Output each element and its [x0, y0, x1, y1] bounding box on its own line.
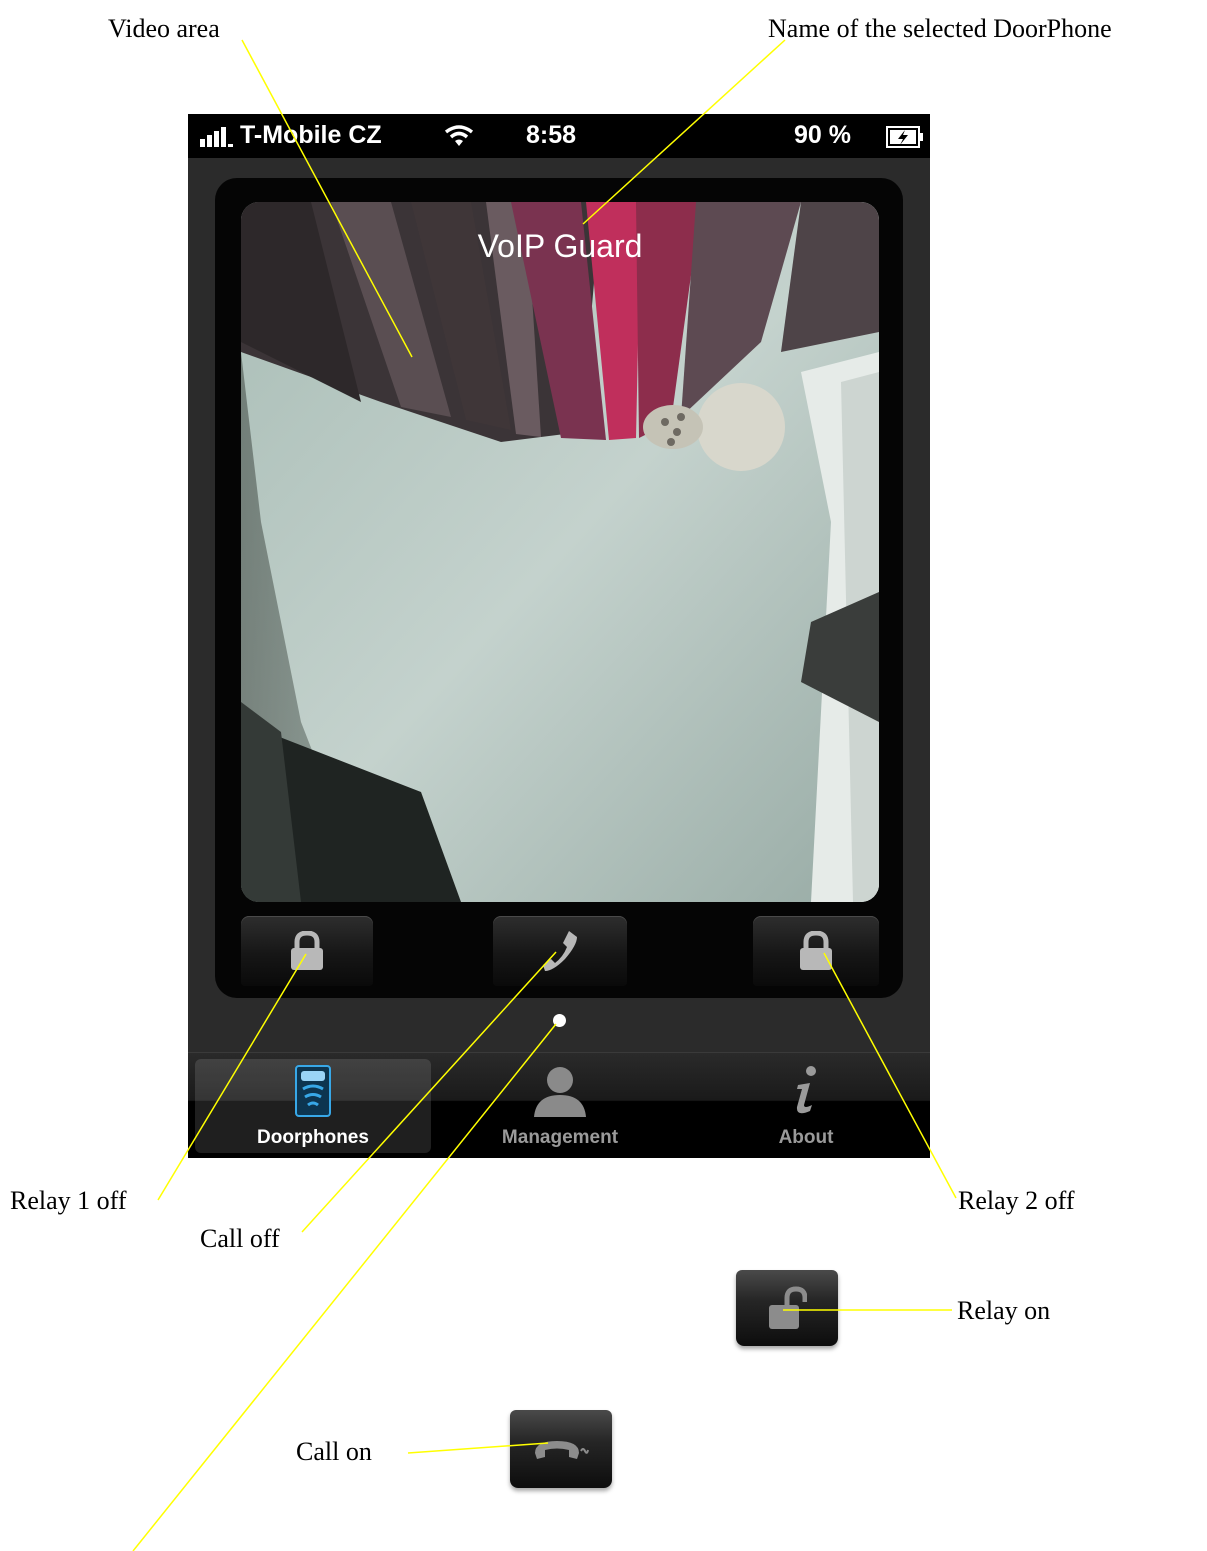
call-button[interactable] — [493, 916, 627, 986]
tab-doorphones[interactable]: Doorphones — [195, 1059, 431, 1153]
phone-handset-icon — [543, 931, 577, 971]
page-indicator-dot[interactable] — [553, 1014, 566, 1027]
callout-relay1-off: Relay 1 off — [10, 1186, 127, 1215]
callout-call-off: Call off — [200, 1224, 280, 1253]
battery-percentage: 90 % — [794, 121, 851, 149]
info-icon — [796, 1066, 816, 1114]
video-area[interactable]: VoIP Guard — [241, 202, 879, 902]
callout-relay2-off: Relay 2 off — [958, 1186, 1075, 1215]
carrier-name: T-Mobile CZ — [240, 121, 382, 149]
tab-bar: Doorphones Management About — [188, 1052, 930, 1158]
callout-doorphone-name: Name of the selected DoorPhone — [768, 14, 1112, 43]
doorphone-panel: VoIP Guard — [215, 178, 903, 998]
relay1-button[interactable] — [241, 916, 373, 986]
tab-about[interactable]: About — [688, 1059, 924, 1153]
status-bar: T-Mobile CZ 8:58 90 % — [188, 114, 930, 158]
phone-screen: T-Mobile CZ 8:58 90 % VoIP Guard Doorpho… — [188, 114, 930, 1158]
callout-video-area: Video area — [108, 14, 220, 43]
video-frame-image — [241, 202, 879, 902]
lock-icon — [800, 931, 832, 970]
unlocked-lock-icon — [769, 1286, 807, 1329]
doorphone-icon — [295, 1065, 331, 1117]
lock-icon — [291, 931, 323, 970]
doorphone-name: VoIP Guard — [477, 228, 643, 264]
wifi-icon — [444, 125, 474, 146]
tab-label-doorphones: Doorphones — [257, 1127, 369, 1148]
call-on-button[interactable] — [510, 1410, 612, 1488]
relay-on-button[interactable] — [736, 1270, 838, 1346]
callout-relay-on: Relay on — [957, 1296, 1051, 1325]
signal-strength-icon — [200, 127, 233, 147]
tab-management[interactable]: Management — [442, 1059, 678, 1153]
relay2-button[interactable] — [753, 916, 879, 986]
status-time: 8:58 — [526, 121, 577, 149]
tab-label-management: Management — [501, 1127, 619, 1148]
hang-up-icon — [535, 1441, 589, 1459]
person-icon — [534, 1067, 586, 1117]
tab-label-about: About — [778, 1127, 834, 1148]
battery-charging-icon — [886, 126, 923, 148]
callout-call-on: Call on — [296, 1437, 372, 1466]
